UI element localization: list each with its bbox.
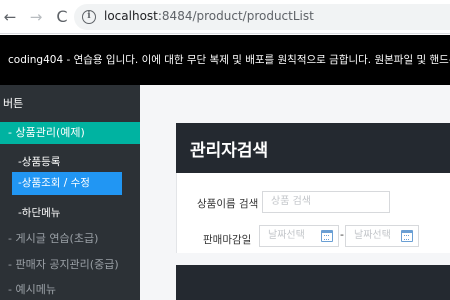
sidebar-item-board-practice[interactable]: - 게시글 연습(초급) — [8, 230, 98, 246]
url-path: :8484/product/productList — [157, 9, 314, 23]
product-name-label: 상품이름 검색 — [197, 198, 259, 210]
date-to-placeholder: 날짜선택 — [354, 230, 391, 241]
url-text[interactable]: localhost:8484/product/productList — [104, 9, 314, 23]
sidebar-subitem-bottom-menu[interactable]: -하단메뉴 — [18, 205, 60, 220]
notice-banner: coding404 - 연습용 입니다. 이에 대한 무단 복제 및 배포를 원… — [0, 35, 450, 85]
back-arrow-icon[interactable]: ← — [0, 7, 20, 27]
forward-arrow-icon[interactable]: → — [26, 7, 46, 27]
sidebar: 버튼 - 상품관리(예제) -상품등록 -상품조회 / 수정 -하단메뉴 - 게… — [0, 85, 140, 300]
calendar-icon[interactable] — [401, 230, 413, 242]
panel-header: 관리자검색 — [176, 123, 450, 173]
reload-icon[interactable]: C — [52, 7, 72, 27]
result-panel-header — [176, 265, 450, 300]
url-host: localhost — [104, 9, 158, 23]
info-icon[interactable]: i — [82, 10, 96, 24]
search-form: 상품이름 검색 상품 검색 판매마감일 날짜선택 - 날짜선택 — [176, 173, 450, 253]
browser-toolbar: ← → C i localhost:8484/product/productLi… — [0, 0, 450, 34]
date-from-input[interactable]: 날짜선택 — [259, 225, 339, 247]
product-name-search-input[interactable]: 상품 검색 — [262, 191, 390, 213]
sale-end-date-label: 판매마감일 — [203, 234, 252, 246]
notice-text: coding404 - 연습용 입니다. 이에 대한 무단 복제 및 배포를 원… — [8, 54, 450, 66]
date-separator: - — [340, 228, 344, 241]
main-content: 관리자검색 상품이름 검색 상품 검색 판매마감일 날짜선택 - 날짜선택 — [140, 85, 450, 300]
sidebar-title: 버튼 — [3, 97, 24, 110]
sidebar-item-example-menu[interactable]: - 예시메뉴 — [8, 281, 56, 297]
calendar-icon[interactable] — [321, 230, 333, 242]
sidebar-item-seller-notice[interactable]: - 판매자 공지관리(중급) — [8, 256, 119, 272]
page-title: 관리자검색 — [190, 141, 269, 161]
date-from-placeholder: 날짜선택 — [268, 230, 305, 241]
address-bar[interactable]: i localhost:8484/product/productList — [74, 4, 450, 30]
date-to-input[interactable]: 날짜선택 — [345, 225, 419, 247]
sidebar-item-product-management[interactable]: - 상품관리(예제) — [0, 122, 140, 144]
sidebar-subitem-product-register[interactable]: -상품등록 — [18, 154, 60, 169]
sidebar-subitem-product-list-edit[interactable]: -상품조회 / 수정 — [12, 172, 122, 195]
